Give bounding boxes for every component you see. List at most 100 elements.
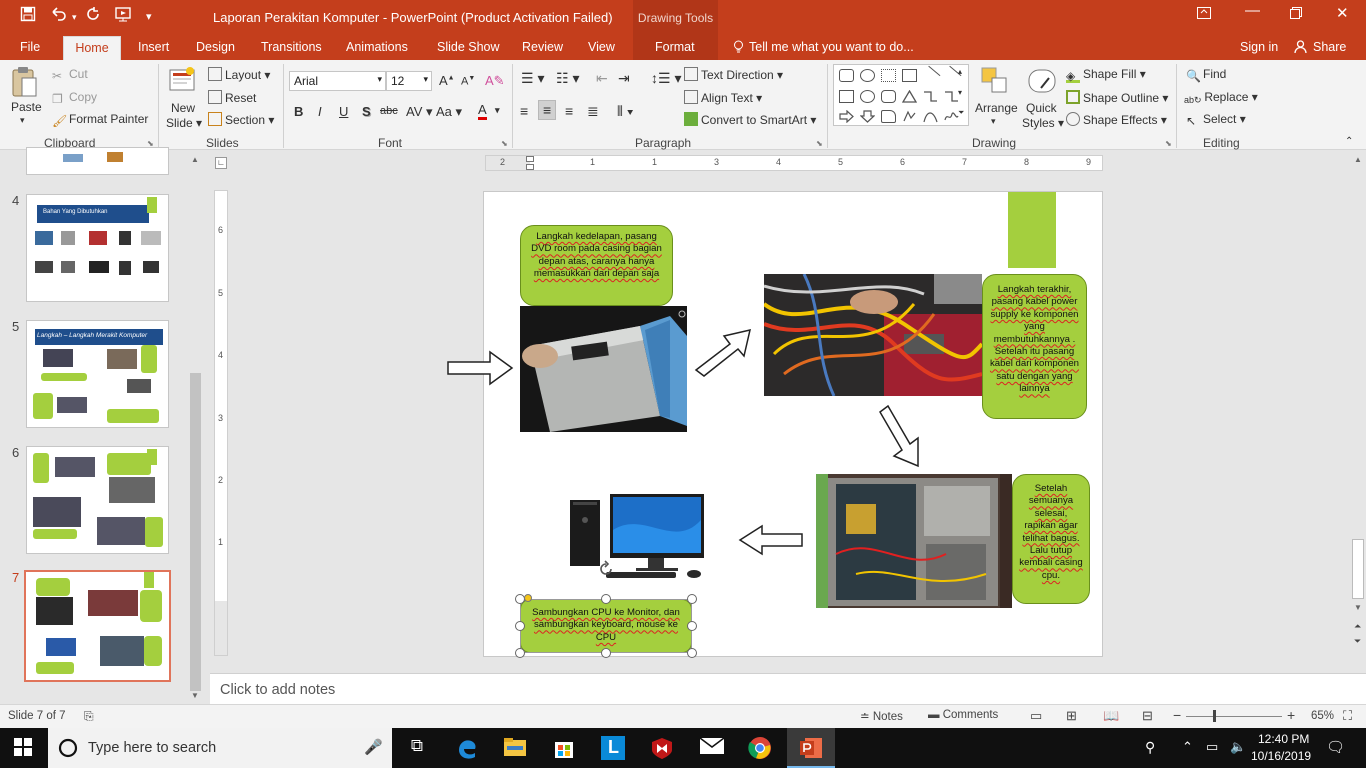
reading-view-icon[interactable]: 📖	[1103, 708, 1119, 724]
new-slide-button[interactable]: New	[171, 101, 195, 115]
right-arrow-shape-icon[interactable]	[839, 109, 854, 124]
slideshow-view-icon[interactable]: ⊟	[1142, 708, 1153, 724]
font-family-box[interactable]: Arial ▾	[289, 71, 386, 91]
collapse-ribbon-icon[interactable]: ⌃	[1345, 136, 1353, 147]
taskbar-search-box[interactable]: Type here to search 🎤	[48, 728, 392, 768]
select-button[interactable]: ↖ Select ▾	[1186, 112, 1246, 128]
step-bubble-last[interactable]: Langkah terakhir, pasang kabel power sup…	[982, 274, 1087, 419]
layout-button[interactable]: Layout ▾	[208, 67, 270, 82]
down-arrow-shape-icon[interactable]	[859, 110, 876, 123]
elbow-connector-icon[interactable]	[923, 90, 938, 103]
clear-formatting-icon[interactable]: A✎	[485, 73, 505, 89]
justify-icon[interactable]: ≣	[587, 103, 599, 120]
next-slide-icon[interactable]: ⏷	[1354, 636, 1361, 647]
zoom-level[interactable]: 65%	[1311, 710, 1334, 722]
textbox-shape-icon[interactable]	[902, 69, 917, 82]
character-spacing-icon[interactable]: AV ▾	[406, 104, 433, 120]
resize-handle[interactable]	[515, 648, 525, 658]
align-left-icon[interactable]: ≡	[520, 103, 528, 119]
slide-thumbnail-7[interactable]	[24, 570, 171, 682]
tab-animations[interactable]: Animations	[346, 40, 408, 54]
pentagon-shape-icon[interactable]	[881, 110, 896, 123]
quick-styles-icon[interactable]	[1027, 66, 1057, 101]
paste-button[interactable]: Paste	[11, 100, 42, 114]
align-text-button[interactable]: Align Text ▾	[684, 90, 762, 105]
shrink-font-icon[interactable]: A▼	[461, 75, 475, 88]
step-bubble-8[interactable]: Langkah kedelapan, pasang DVD room pada …	[520, 225, 673, 306]
italic-button[interactable]: I	[318, 104, 322, 119]
gallery-down-icon[interactable]: ▾	[958, 88, 962, 97]
comments-button[interactable]: ▬ Comments	[928, 709, 998, 721]
editor-scrollbar[interactable]: ▲ ▼ ⏶ ⏷	[1350, 153, 1366, 653]
left-arrow-icon[interactable]	[738, 524, 804, 556]
font-size-box[interactable]: 12 ▾	[386, 71, 432, 91]
callout-shape-icon[interactable]	[839, 69, 854, 82]
scroll-up-icon[interactable]: ▲	[1354, 155, 1362, 164]
tab-file[interactable]: File	[20, 40, 40, 54]
shape-outline-button[interactable]: Shape Outline ▾	[1066, 90, 1168, 105]
text-shadow-button[interactable]: S	[362, 104, 371, 119]
reset-button[interactable]: Reset	[208, 90, 256, 105]
file-explorer-icon[interactable]	[503, 736, 529, 760]
redo-icon[interactable]	[85, 6, 101, 27]
tab-design[interactable]: Design	[196, 40, 235, 54]
people-icon[interactable]: ⚲	[1145, 739, 1155, 756]
slide-thumbnail-3[interactable]	[26, 147, 169, 175]
line-shape-icon[interactable]	[920, 65, 941, 86]
freeform-shape-icon[interactable]	[902, 110, 917, 123]
tab-view[interactable]: View	[588, 40, 615, 54]
increase-indent-icon[interactable]: ⇥	[618, 70, 630, 87]
gallery-up-icon[interactable]: ▴	[958, 67, 962, 76]
elbow-arrow-icon[interactable]	[944, 90, 959, 103]
rectangle-shape-icon[interactable]	[839, 90, 854, 103]
scroll-thumb[interactable]	[1352, 539, 1364, 599]
tell-me-box[interactable]: Tell me what you want to do...	[749, 40, 914, 54]
share-button[interactable]: Share	[1313, 40, 1346, 54]
resize-handle[interactable]	[687, 594, 697, 604]
tab-selector-icon[interactable]: ∟	[215, 157, 227, 169]
convert-smartart-button[interactable]: Convert to SmartArt ▾	[684, 112, 816, 127]
undo-icon[interactable]	[50, 6, 68, 27]
resize-handle[interactable]	[687, 648, 697, 658]
slide-sorter-icon[interactable]: ⊞	[1066, 708, 1077, 724]
slide-thumbnail-4[interactable]: Bahan Yang Dibutuhkan	[26, 194, 169, 302]
columns-icon[interactable]: ⫴ ▾	[617, 103, 634, 120]
numbering-icon[interactable]: ☷ ▾	[556, 70, 579, 87]
grow-font-icon[interactable]: A▲	[439, 73, 455, 88]
fit-to-window-icon[interactable]: ⛶	[1343, 708, 1352, 724]
quick-styles-label-2[interactable]: Styles ▾	[1022, 116, 1064, 130]
quick-styles-button[interactable]: Quick	[1026, 101, 1057, 115]
arrange-dropdown-icon[interactable]: ▾	[991, 116, 996, 127]
notes-button[interactable]: ≐ Notes	[860, 709, 903, 723]
zoom-in-icon[interactable]: +	[1287, 707, 1295, 723]
new-slide-label-2[interactable]: Slide ▾	[166, 116, 202, 130]
start-from-beginning-icon[interactable]	[114, 6, 132, 27]
slide-thumbnail-5[interactable]: Langkah – Langkah Merakit Komputer	[26, 320, 169, 428]
find-button[interactable]: 🔍 Find	[1186, 67, 1226, 83]
tab-insert[interactable]: Insert	[138, 40, 169, 54]
minimize-icon[interactable]: —	[1245, 2, 1260, 19]
task-view-icon[interactable]: ⧉	[404, 736, 430, 760]
zoom-out-icon[interactable]: −	[1173, 707, 1181, 723]
shapes-gallery[interactable]	[833, 64, 969, 126]
clock-time[interactable]: 12:40 PM	[1258, 732, 1309, 746]
step-bubble-tidy[interactable]: Setelah semuanya selesai, rapikan agar t…	[1012, 474, 1090, 604]
resize-handle[interactable]	[601, 594, 611, 604]
slide-thumbnail-6[interactable]	[26, 446, 169, 554]
oval-shape-icon[interactable]	[860, 90, 875, 103]
mcafee-icon[interactable]	[650, 736, 676, 760]
notes-pane[interactable]: Click to add notes	[210, 673, 1366, 704]
normal-view-icon[interactable]: ▭	[1030, 708, 1042, 724]
format-painter-button[interactable]: 🖌 Format Painter	[52, 112, 148, 128]
decrease-indent-icon[interactable]: ⇤	[596, 70, 608, 87]
align-right-icon[interactable]: ≡	[565, 103, 573, 119]
indent-marker[interactable]	[526, 156, 534, 162]
indent-marker[interactable]	[526, 164, 534, 170]
previous-slide-icon[interactable]: ⏶	[1354, 621, 1361, 632]
resize-handle[interactable]	[601, 648, 611, 658]
curve-shape-icon[interactable]	[923, 110, 938, 123]
rotate-handle-icon[interactable]	[597, 560, 615, 578]
chrome-icon[interactable]	[748, 736, 774, 760]
customize-qat-icon[interactable]: ▾	[146, 10, 152, 23]
notes-placeholder[interactable]: Click to add notes	[220, 682, 335, 698]
